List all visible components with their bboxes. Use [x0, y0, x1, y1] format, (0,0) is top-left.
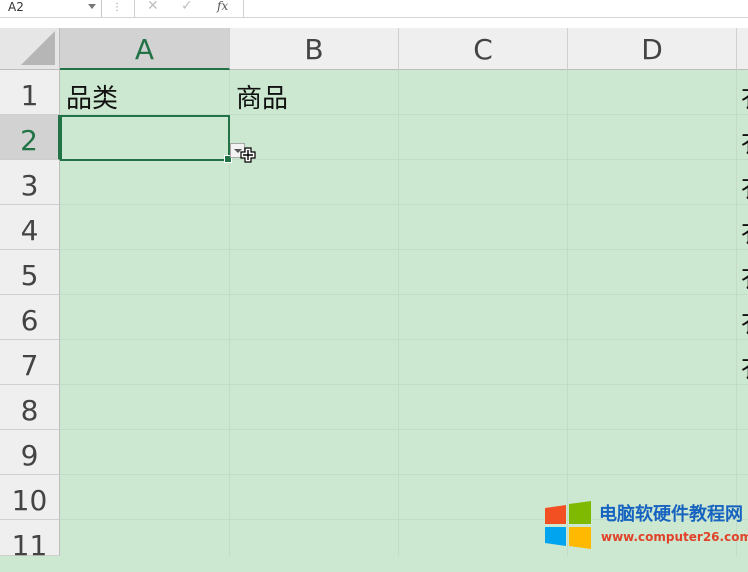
select-all-icon — [21, 31, 55, 65]
enter-icon[interactable]: ✓ — [181, 0, 193, 16]
cell-a1[interactable]: 品类 — [66, 84, 118, 114]
column-header-b[interactable]: B — [230, 28, 399, 70]
cancel-icon[interactable]: ✕ — [147, 0, 159, 16]
cell-e7-partial[interactable]: 衣 — [741, 354, 748, 384]
row-header-7[interactable]: 7 — [0, 340, 60, 385]
column-header-a[interactable]: A — [60, 28, 230, 70]
cell-e4-partial[interactable]: 衣 — [741, 219, 748, 249]
column-header-d[interactable]: D — [568, 28, 737, 70]
row-header-3[interactable]: 3 — [0, 160, 60, 205]
row-header-2[interactable]: 2 — [0, 115, 60, 160]
drag-handle-icon[interactable]: ⋮ — [112, 2, 122, 14]
insert-function-icon[interactable]: fx — [217, 0, 228, 16]
row-header-4[interactable]: 4 — [0, 205, 60, 250]
selected-cell-a2[interactable] — [60, 115, 232, 163]
row-header-1[interactable]: 1 — [0, 70, 60, 115]
row-header-11[interactable]: 11 — [0, 520, 60, 562]
watermark-url: www.computer26.com — [601, 530, 748, 544]
cell-b1[interactable]: 商品 — [236, 84, 288, 114]
chevron-down-icon[interactable] — [88, 4, 96, 9]
name-box-value: A2 — [8, 0, 24, 14]
top-strip — [0, 18, 748, 28]
cell-e5-partial[interactable]: 衣 — [741, 264, 748, 294]
name-box[interactable]: A2 — [0, 0, 102, 17]
cell-e6-partial[interactable]: 衣 — [741, 309, 748, 339]
row-header-5[interactable]: 5 — [0, 250, 60, 295]
cell-e2-partial[interactable]: 衣 — [741, 129, 748, 159]
formula-buttons: ✕ ✓ fx — [134, 0, 244, 17]
select-all-button[interactable] — [0, 28, 60, 70]
formula-input[interactable] — [246, 0, 748, 17]
column-header-c[interactable]: C — [399, 28, 568, 70]
row-header-8[interactable]: 8 — [0, 385, 60, 430]
row-header-6[interactable]: 6 — [0, 295, 60, 340]
cell-e1-partial[interactable]: 衣 — [741, 84, 748, 114]
column-header-e[interactable] — [737, 28, 748, 70]
watermark-title: 电脑软硬件教程网 — [599, 504, 743, 525]
windows-logo-icon — [545, 501, 591, 549]
cell-e3-partial[interactable]: 衣 — [741, 174, 748, 204]
row-header-9[interactable]: 9 — [0, 430, 60, 475]
row-header-10[interactable]: 10 — [0, 475, 60, 520]
move-cursor-icon — [240, 147, 256, 163]
formula-bar: A2 ⋮ ✕ ✓ fx — [0, 0, 748, 18]
watermark: 电脑软硬件教程网 www.computer26.com — [543, 500, 748, 552]
